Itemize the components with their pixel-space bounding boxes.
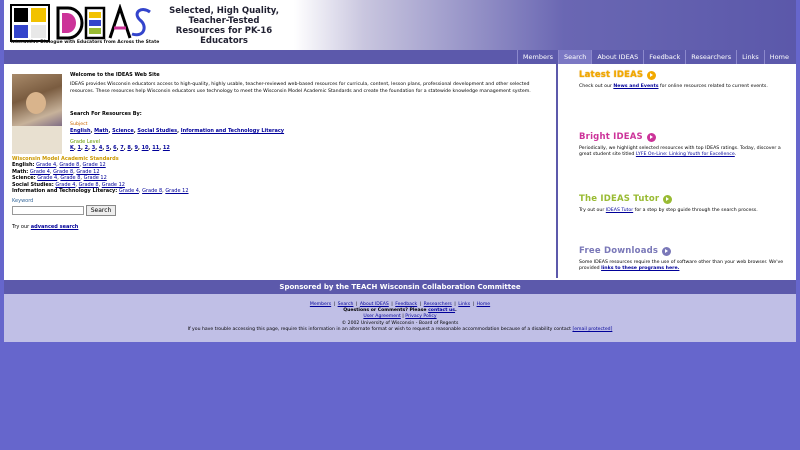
grade-link[interactable]: 7 [120, 145, 123, 151]
grade-link[interactable]: 2 [85, 145, 88, 151]
user-agreement-link[interactable]: User Agreement [363, 314, 400, 319]
footer-link[interactable]: Feedback [395, 302, 417, 307]
std-link[interactable]: Grade 4 [37, 175, 57, 181]
nav-feedback[interactable]: Feedback [643, 50, 685, 64]
grade-link[interactable]: 12 [163, 145, 170, 151]
keyword-input[interactable] [12, 206, 84, 215]
ideas-logo[interactable] [10, 4, 160, 42]
advanced-search-link[interactable]: advanced search [31, 224, 79, 230]
grade-link[interactable]: 9 [135, 145, 138, 151]
std-link[interactable]: Grade 4 [55, 182, 75, 188]
hero-heading: Selected, High Quality, Teacher-Tested R… [167, 6, 281, 46]
downloads-link[interactable]: links to these programs here. [601, 266, 679, 271]
std-link[interactable]: Grade 12 [83, 162, 106, 168]
nav-members[interactable]: Members [516, 50, 558, 64]
news-events-link[interactable]: News and Events [613, 84, 658, 89]
subject-english[interactable]: English [70, 128, 91, 134]
subject-label: Subject [70, 122, 88, 127]
std-link[interactable]: Grade 8 [60, 175, 80, 181]
search-by-heading: Search For Resources By: [70, 111, 142, 117]
subject-info-tech[interactable]: Information and Technology Literacy [181, 128, 284, 134]
grade-link[interactable]: 5 [106, 145, 109, 151]
std-link[interactable]: Grade 12 [76, 169, 99, 175]
subject-social-studies[interactable]: Social Studies [137, 128, 177, 134]
bright-ideas-block: Bright IDEAS Periodically, we highlight … [579, 132, 781, 158]
footer-link[interactable]: Members [310, 302, 331, 307]
grade-link[interactable]: 4 [99, 145, 102, 151]
grade-link[interactable]: 1 [78, 145, 81, 151]
std-link[interactable]: Grade 4 [119, 188, 139, 194]
sponsor-bar: Sponsored by the TEACH Wisconsin Collabo… [4, 280, 796, 294]
main-content: Welcome to the IDEAS Web Site IDEAS prov… [4, 64, 558, 278]
play-arrow-icon[interactable] [662, 246, 672, 256]
accessibility-email-link[interactable]: [email protected] [572, 327, 612, 332]
std-link[interactable]: Grade 12 [84, 175, 107, 181]
grade-link[interactable]: 6 [113, 145, 116, 151]
play-arrow-icon[interactable] [646, 132, 656, 142]
std-link[interactable]: Grade 4 [36, 162, 56, 168]
bright-ideas-title[interactable]: Bright IDEAS [579, 132, 643, 142]
footer-link[interactable]: Links [458, 302, 470, 307]
right-sidebar: Latest IDEAS Check out our News and Even… [574, 64, 796, 278]
grade-link[interactable]: 10 [142, 145, 149, 151]
grade-link[interactable]: 8 [127, 145, 130, 151]
play-arrow-icon[interactable] [647, 70, 657, 80]
nav-about[interactable]: About IDEAS [591, 50, 643, 64]
standards-section: Wisconsin Model Academic Standards Engli… [12, 156, 189, 194]
std-link[interactable]: Grade 8 [79, 182, 99, 188]
lyfe-link[interactable]: LYFE On-Line: Linking Youth for Excellen… [636, 152, 735, 157]
footer-link[interactable]: Search [338, 302, 354, 307]
subject-math[interactable]: Math [94, 128, 108, 134]
privacy-policy-link[interactable]: Privacy Policy [405, 314, 436, 319]
students-photo [12, 74, 62, 154]
hero-line-3: Resources for PK-16 Educators [175, 26, 273, 46]
latest-ideas-title[interactable]: Latest IDEAS [579, 70, 643, 80]
grade-link[interactable]: 11 [152, 145, 159, 151]
standards-row-infotech: Information and Technology Literacy: Gra… [12, 188, 189, 195]
footer-link[interactable]: Researchers [424, 302, 452, 307]
subject-links: English, Math, Science, Social Studies, … [70, 128, 285, 134]
ideas-tutor-block: The IDEAS Tutor Try out our IDEAS Tutor … [579, 194, 758, 213]
site-footer: Members | Search | About IDEAS | Feedbac… [4, 294, 796, 342]
nav-links[interactable]: Links [736, 50, 764, 64]
ideas-tutor-title[interactable]: The IDEAS Tutor [579, 194, 659, 204]
std-link[interactable]: Grade 8 [59, 162, 79, 168]
welcome-text: IDEAS provides Wisconsin educators acces… [70, 82, 531, 94]
subject-science[interactable]: Science [112, 128, 134, 134]
std-link[interactable]: Grade 12 [165, 188, 188, 194]
latest-ideas-block: Latest IDEAS Check out our News and Even… [579, 70, 768, 89]
welcome-title: Welcome to the IDEAS Web Site [70, 72, 160, 78]
hero-line-2: Teacher-Tested [188, 16, 260, 26]
logo-tagline: Interactive Dialogue with Educators from… [11, 40, 160, 45]
footer-link[interactable]: Home [477, 302, 491, 307]
ideas-tutor-link[interactable]: IDEAS Tutor [606, 208, 633, 213]
nav-home[interactable]: Home [763, 50, 794, 64]
free-downloads-title[interactable]: Free Downloads [579, 246, 658, 256]
grade-link[interactable]: 3 [92, 145, 95, 151]
std-link[interactable]: Grade 8 [142, 188, 162, 194]
std-link[interactable]: Grade 12 [102, 182, 125, 188]
play-arrow-icon[interactable] [663, 194, 673, 204]
nav-search[interactable]: Search [558, 50, 592, 64]
std-link[interactable]: Grade 8 [53, 169, 73, 175]
nav-researchers[interactable]: Researchers [685, 50, 736, 64]
std-link[interactable]: Grade 4 [30, 169, 50, 175]
keyword-label: Keyword [12, 198, 34, 204]
top-nav: Members Search About IDEAS Feedback Rese… [4, 50, 796, 64]
grade-link[interactable]: K [70, 145, 74, 151]
advanced-search-line: Try our advanced search [12, 224, 79, 230]
grade-links: K, 1, 2, 3, 4, 5, 6, 7, 8, 9, 10, 11, 12 [70, 145, 170, 151]
free-downloads-block: Free Downloads Some IDEAS resources requ… [579, 246, 784, 272]
search-button[interactable]: Search [86, 205, 116, 216]
footer-link[interactable]: About IDEAS [360, 302, 389, 307]
footer-accessibility: If you have trouble accessing this page,… [187, 326, 613, 332]
hero-line-1: Selected, High Quality, [169, 6, 279, 16]
site-header: Interactive Dialogue with Educators from… [4, 0, 796, 50]
contact-us-link[interactable]: contact us [428, 308, 455, 313]
